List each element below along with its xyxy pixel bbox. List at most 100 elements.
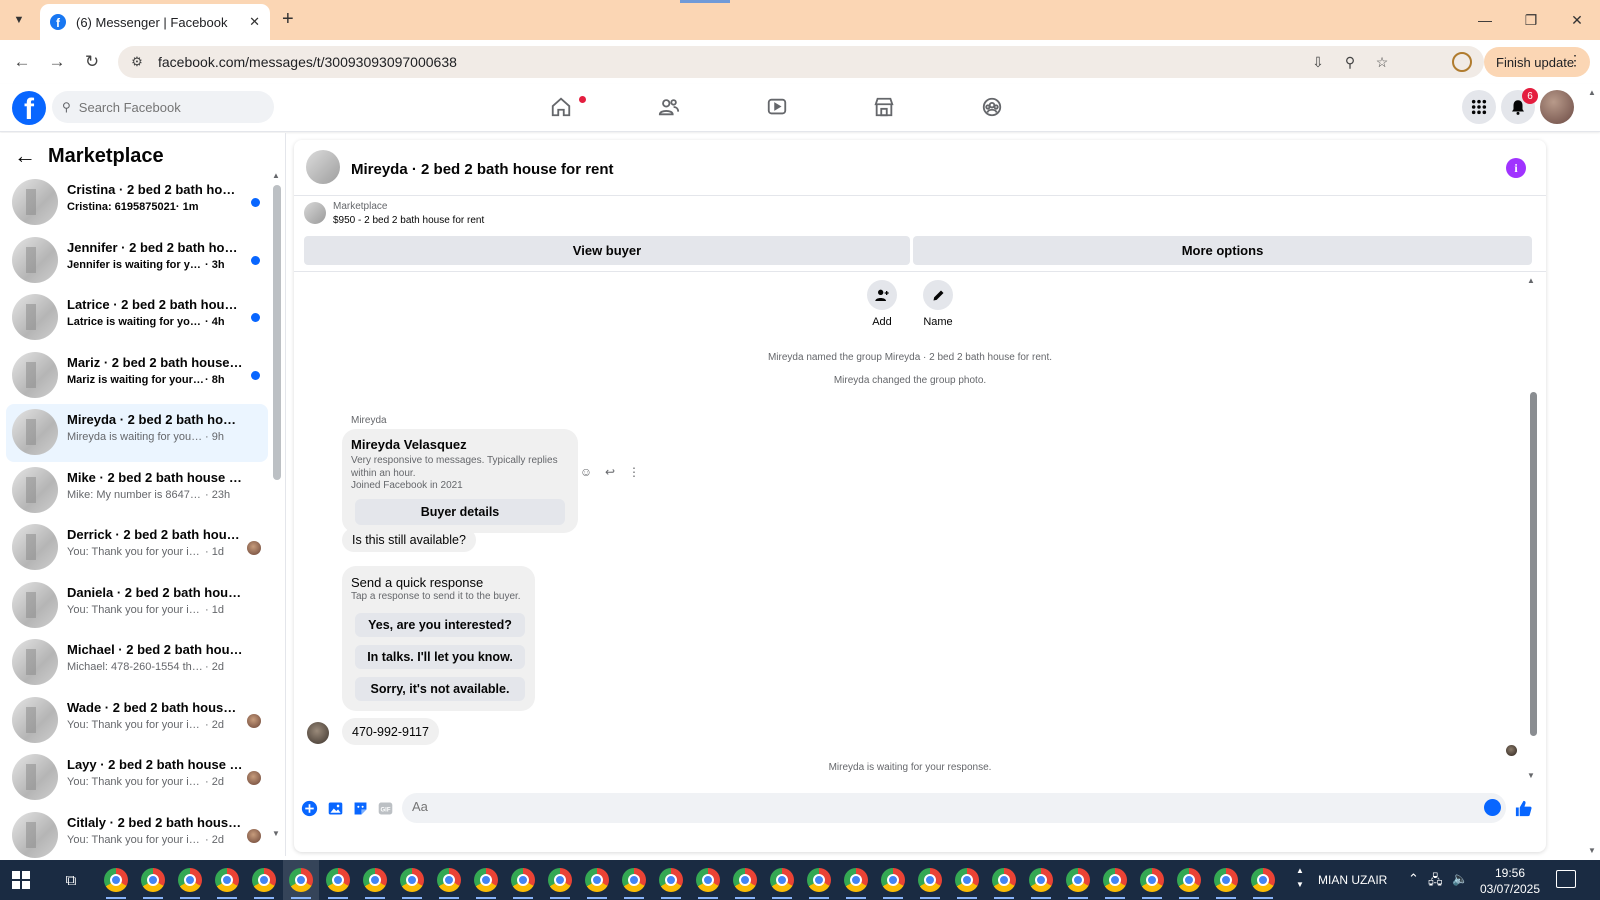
gif-icon[interactable]: GIF (375, 798, 395, 818)
chrome-taskbar-icon[interactable] (141, 868, 165, 892)
account-avatar[interactable] (1540, 90, 1574, 124)
video-nav-icon[interactable] (762, 92, 792, 122)
friends-nav-icon[interactable] (654, 92, 684, 122)
groups-nav-icon[interactable] (977, 92, 1007, 122)
chat-title[interactable]: Mireyda · 2 bed 2 bath house for rent (351, 161, 614, 178)
chrome-taskbar-icon[interactable] (992, 868, 1016, 892)
facebook-search-input[interactable] (78, 99, 259, 115)
back-arrow-icon[interactable]: ← (14, 143, 40, 169)
conversation-item[interactable]: Daniela · 2 bed 2 bath house fo... You: T… (6, 577, 268, 635)
chrome-taskbar-icon[interactable] (1251, 868, 1275, 892)
volume-icon[interactable]: 🔈 (1452, 871, 1468, 887)
marketplace-nav-icon[interactable] (869, 92, 899, 122)
tab-close-icon[interactable]: ✕ (249, 14, 260, 30)
chrome-taskbar-icon[interactable] (659, 868, 683, 892)
tray-overflow-chevron-icon[interactable]: ⌃ (1408, 871, 1419, 887)
chrome-taskbar-icon[interactable] (511, 868, 535, 892)
chrome-taskbar-icon[interactable] (363, 868, 387, 892)
task-view-icon[interactable]: ⧉ (60, 870, 82, 890)
quick-response-option[interactable]: Sorry, it's not available. (355, 677, 525, 701)
facebook-logo-icon[interactable]: f (12, 91, 46, 125)
chrome-taskbar-icon[interactable] (807, 868, 831, 892)
chat-scroll-down-arrow-icon[interactable]: ▼ (1527, 771, 1535, 780)
edit-name-button[interactable]: Name (908, 280, 968, 328)
chrome-taskbar-icon[interactable] (918, 868, 942, 892)
chat-scrollbar[interactable] (1530, 392, 1537, 736)
thumbs-up-icon[interactable] (1513, 798, 1533, 818)
chrome-taskbar-icon[interactable] (1066, 868, 1090, 892)
tab-search-chevron-icon[interactable]: ▼ (8, 10, 30, 30)
scroll-down-arrow-icon[interactable]: ▼ (272, 829, 280, 838)
conversation-item[interactable]: Layy · 2 bed 2 bath house for... You: Tha… (6, 749, 268, 807)
view-buyer-button[interactable]: View buyer (304, 236, 910, 265)
chrome-taskbar-icon[interactable] (1140, 868, 1164, 892)
quick-response-option[interactable]: In talks. I'll let you know. (355, 645, 525, 669)
sticker-icon[interactable] (350, 798, 370, 818)
scroll-up-arrow-icon[interactable]: ▲ (272, 171, 280, 180)
chrome-taskbar-icon[interactable] (289, 868, 313, 892)
windows-start-icon[interactable] (12, 871, 30, 889)
message-input[interactable] (412, 799, 1472, 814)
chrome-taskbar-icon[interactable] (955, 868, 979, 892)
info-icon[interactable]: i (1506, 158, 1526, 178)
plus-circle-icon[interactable] (299, 798, 319, 818)
home-nav-icon[interactable] (546, 92, 576, 122)
conversation-item[interactable]: Derrick · 2 bed 2 bath house f... You: Th… (6, 519, 268, 577)
buyer-details-button[interactable]: Buyer details (355, 499, 565, 525)
conversation-item[interactable]: Mariz · 2 bed 2 bath house for... Mariz i… (6, 347, 268, 405)
chrome-taskbar-icon[interactable] (104, 868, 128, 892)
add-people-button[interactable]: Add (852, 280, 912, 328)
conversation-item[interactable]: Citlaly · 2 bed 2 bath house f... You: Th… (6, 807, 268, 865)
conversation-item[interactable]: Mike · 2 bed 2 bath house for r... Mike: … (6, 462, 268, 520)
more-dots-icon[interactable]: ⋮ (626, 464, 642, 480)
browser-tab-messenger[interactable]: f (6) Messenger | Facebook ✕ (40, 4, 270, 40)
taskbar-clock[interactable]: 19:56 03/07/2025 (1478, 865, 1542, 897)
message-bubble[interactable]: 470-992-9117 (342, 718, 439, 745)
zoom-icon[interactable]: ⚲ (1340, 52, 1360, 72)
chrome-taskbar-icon[interactable] (1214, 868, 1238, 892)
chrome-taskbar-icon[interactable] (178, 868, 202, 892)
browser-menu-icon[interactable]: ⋮ (1568, 52, 1582, 69)
chrome-taskbar-icon[interactable] (548, 868, 572, 892)
chrome-taskbar-icon[interactable] (1177, 868, 1201, 892)
page-scroll-up-arrow-icon[interactable]: ▲ (1588, 88, 1596, 97)
message-input-box[interactable] (402, 793, 1506, 823)
chrome-taskbar-icon[interactable] (696, 868, 720, 892)
chrome-taskbar-icon[interactable] (326, 868, 350, 892)
chrome-taskbar-icon[interactable] (474, 868, 498, 892)
finish-update-button[interactable]: Finish update ⋮ (1484, 47, 1590, 77)
message-bubble[interactable]: Is this still available? (342, 528, 476, 552)
sidebar-scrollbar[interactable] (273, 185, 281, 480)
reply-arrow-icon[interactable]: ↩ (602, 464, 618, 480)
reload-icon[interactable]: ↻ (80, 50, 104, 74)
more-options-button[interactable]: More options (913, 236, 1532, 265)
window-close-icon[interactable]: ✕ (1554, 0, 1600, 40)
conversation-item[interactable]: Wade · 2 bed 2 bath house fo... You: Than… (6, 692, 268, 750)
page-scroll-down-arrow-icon[interactable]: ▼ (1588, 846, 1596, 855)
emoji-icon[interactable] (1484, 799, 1501, 816)
chrome-taskbar-icon[interactable] (215, 868, 239, 892)
group-avatar[interactable] (306, 150, 340, 184)
chrome-taskbar-icon[interactable] (770, 868, 794, 892)
network-icon[interactable]: 🖧 (1428, 871, 1443, 893)
facebook-search[interactable]: ⚲ (52, 91, 274, 123)
menu-grid-icon[interactable] (1462, 90, 1496, 124)
chat-scroll-up-arrow-icon[interactable]: ▲ (1527, 276, 1535, 285)
sender-avatar[interactable] (307, 722, 329, 744)
conversation-item[interactable]: Michael · 2 bed 2 bath house fo... Michae… (6, 634, 268, 692)
chrome-taskbar-icon[interactable] (1103, 868, 1127, 892)
back-arrow-icon[interactable]: ← (10, 50, 34, 74)
chrome-taskbar-icon[interactable] (881, 868, 905, 892)
conversation-item[interactable]: Jennifer · 2 bed 2 bath house ... Jennife… (6, 232, 268, 290)
new-tab-plus-icon[interactable]: + (282, 8, 294, 31)
forward-arrow-icon[interactable]: → (45, 50, 69, 74)
profile-icon[interactable] (1452, 52, 1472, 72)
chrome-taskbar-icon[interactable] (622, 868, 646, 892)
taskbar-scroll-chevrons-icon[interactable]: ▲ ▼ (1294, 864, 1306, 892)
photo-icon[interactable] (325, 798, 345, 818)
site-info-icon[interactable]: ⚙ (128, 53, 146, 71)
restore-icon[interactable]: ❐ (1508, 0, 1554, 40)
conversation-item[interactable]: Latrice · 2 bed 2 bath house f... Latrice… (6, 289, 268, 347)
chrome-taskbar-icon[interactable] (1029, 868, 1053, 892)
bookmark-star-icon[interactable]: ☆ (1372, 52, 1392, 72)
